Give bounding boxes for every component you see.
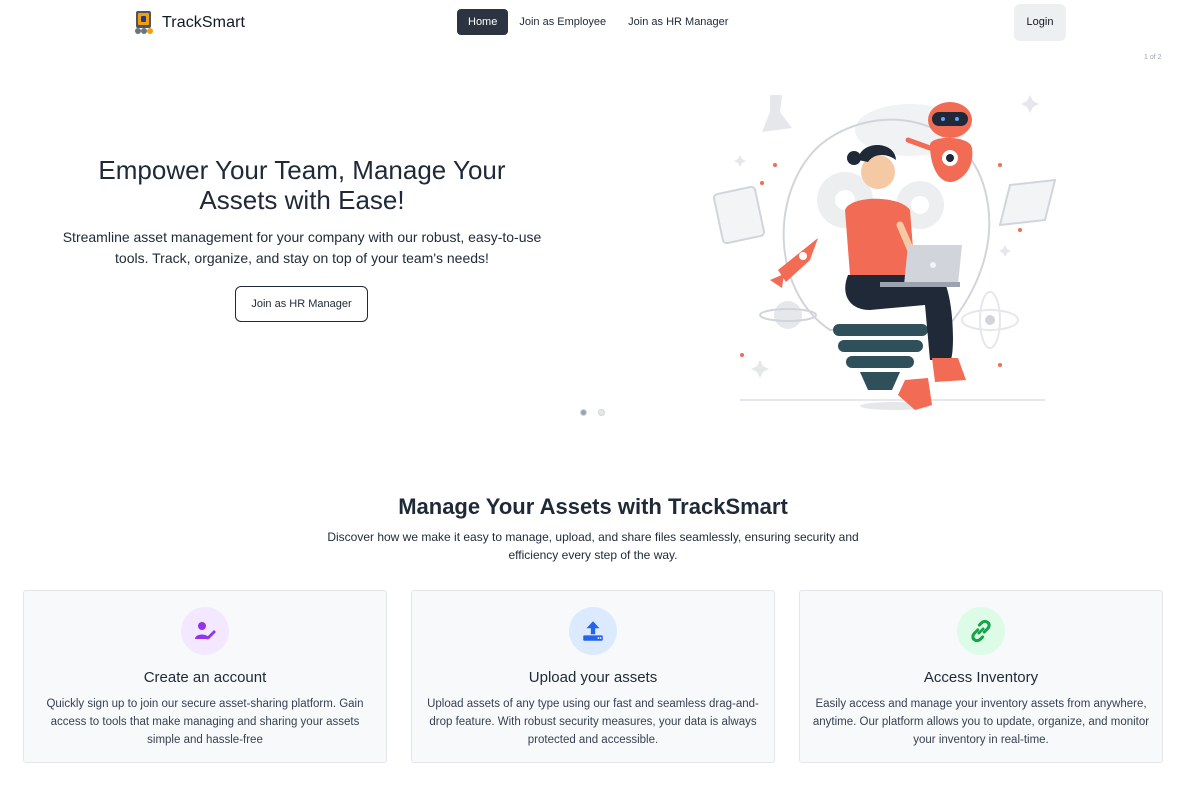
user-edit-icon bbox=[181, 607, 229, 655]
upload-icon bbox=[569, 607, 617, 655]
hero-subtitle: Streamline asset management for your com… bbox=[62, 229, 542, 266]
feature-title: Upload your assets bbox=[528, 669, 658, 686]
brand[interactable]: TrackSmart bbox=[132, 10, 245, 35]
nav-links: Home Join as Employee Join as HR Manager bbox=[457, 9, 739, 35]
feature-card-upload-assets: Upload your assets Upload assets of any … bbox=[411, 590, 775, 763]
section-title: Manage Your Assets with TrackSmart bbox=[398, 494, 788, 519]
join-hr-button[interactable]: Join as HR Manager bbox=[235, 286, 368, 322]
section-subtitle: Discover how we make it easy to manage, … bbox=[327, 530, 859, 562]
carousel-dots bbox=[580, 409, 605, 416]
feature-title: Create an account bbox=[143, 669, 267, 686]
nav-link-home[interactable]: Home bbox=[457, 9, 509, 35]
nav-link-join-employee[interactable]: Join as Employee bbox=[508, 9, 617, 35]
hero-illustration bbox=[713, 95, 1057, 410]
hero-text: Empower Your Team, Manage Your Assets wi… bbox=[60, 155, 544, 269]
brand-name: TrackSmart bbox=[162, 13, 246, 31]
feature-desc: Upload assets of any type using our fast… bbox=[427, 698, 759, 746]
feature-card-access-inventory: Access Inventory Easily access and manag… bbox=[799, 590, 1163, 763]
carousel-dot-1[interactable] bbox=[580, 409, 587, 416]
brand-logo-icon bbox=[135, 11, 153, 34]
feature-desc: Quickly sign up to join our secure asset… bbox=[46, 698, 364, 746]
login-button[interactable]: Login bbox=[1014, 4, 1066, 41]
link-icon bbox=[957, 607, 1005, 655]
navbar: TrackSmart Home Join as Employee Join as… bbox=[0, 0, 1194, 44]
feature-desc: Easily access and manage your inventory … bbox=[812, 698, 1150, 746]
nav-link-join-hr[interactable]: Join as HR Manager bbox=[617, 9, 739, 35]
feature-title: Access Inventory bbox=[923, 669, 1039, 686]
carousel-dot-2[interactable] bbox=[598, 409, 605, 416]
feature-card-create-account: Create an account Quickly sign up to joi… bbox=[23, 590, 387, 763]
hero-title: Empower Your Team, Manage Your Assets wi… bbox=[98, 155, 506, 215]
slide-counter: 1 of 2 bbox=[1144, 54, 1162, 61]
